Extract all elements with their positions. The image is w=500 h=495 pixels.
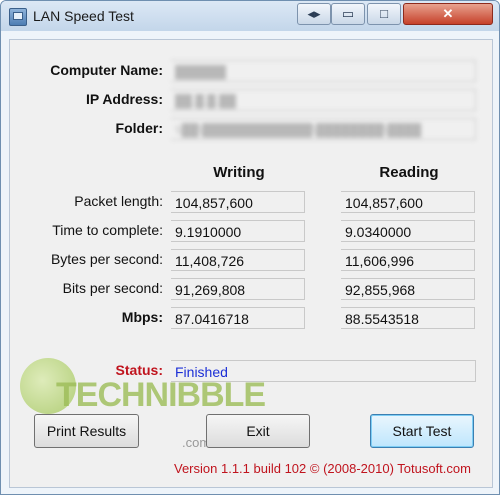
close-button[interactable]: ✕ [403, 3, 493, 25]
ip-address-field: ██.█.█.██ [171, 89, 476, 111]
bytes-per-second-reading: 11,606,996 [341, 249, 475, 271]
main-panel: Computer Name: ██████ IP Address: ██.█.█… [9, 39, 493, 488]
computer-name-label: Computer Name: [50, 62, 163, 78]
version-text: Version 1.1.1 build 102 © (2008-2010) To… [174, 461, 471, 476]
start-test-button[interactable]: Start Test [370, 414, 474, 448]
mbps-reading: 88.5543518 [341, 307, 475, 329]
bits-per-second-writing: 91,269,808 [171, 278, 305, 300]
exit-button[interactable]: Exit [206, 414, 310, 448]
bits-per-second-reading: 92,855,968 [341, 278, 475, 300]
folder-field[interactable]: \\██\█████████████\████████\████ [171, 118, 476, 140]
app-icon [9, 8, 27, 26]
status-field: Finished [171, 360, 476, 382]
computer-name-field: ██████ [171, 60, 476, 82]
time-to-complete-writing: 9.1910000 [171, 220, 305, 242]
packet-length-reading: 104,857,600 [341, 191, 475, 213]
restore-button[interactable]: □ [367, 3, 401, 25]
bits-per-second-label: Bits per second: [62, 280, 163, 296]
packet-length-writing: 104,857,600 [171, 191, 305, 213]
minimize-button[interactable]: ▭ [331, 3, 365, 25]
time-to-complete-label: Time to complete: [52, 222, 163, 238]
folder-label: Folder: [115, 120, 163, 136]
time-to-complete-reading: 9.0340000 [341, 220, 475, 242]
ip-address-label: IP Address: [85, 91, 163, 107]
bytes-per-second-label: Bytes per second: [50, 251, 163, 267]
print-results-button[interactable]: Print Results [34, 414, 139, 448]
status-label: Status: [115, 362, 163, 378]
mbps-writing: 87.0416718 [171, 307, 305, 329]
window-title: LAN Speed Test [33, 8, 134, 24]
bytes-per-second-writing: 11,408,726 [171, 249, 305, 271]
extra-caption-button[interactable]: ◂▸ [297, 3, 331, 25]
app-window: LAN Speed Test ◂▸ ▭ □ ✕ Computer Name: █… [0, 0, 500, 495]
writing-header: Writing [213, 164, 265, 181]
reading-header: Reading [379, 164, 439, 181]
packet-length-label: Packet length: [74, 193, 163, 209]
title-bar[interactable]: LAN Speed Test ◂▸ ▭ □ ✕ [1, 1, 499, 31]
mbps-label: Mbps: [121, 309, 163, 325]
